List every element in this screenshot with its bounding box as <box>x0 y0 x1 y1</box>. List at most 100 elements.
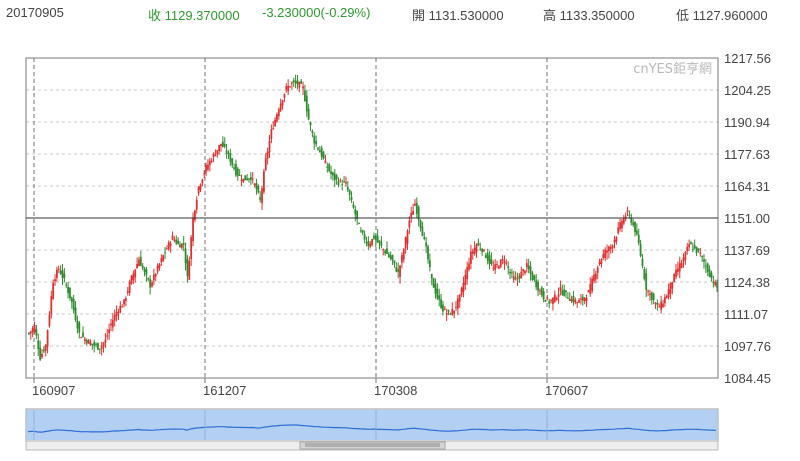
candle <box>512 270 515 283</box>
candle <box>408 216 411 235</box>
candle <box>497 264 500 269</box>
candle <box>483 248 485 253</box>
candle <box>292 77 295 87</box>
candle <box>317 147 319 151</box>
candle <box>481 247 483 256</box>
candle <box>277 107 280 120</box>
candle <box>346 180 349 193</box>
candle <box>65 282 68 289</box>
candle <box>89 339 92 347</box>
candle <box>456 295 459 316</box>
candle <box>552 297 554 311</box>
candlestick-chart[interactable]: cnYES鉅亨網 1217.56 1204.25 1190.94 1177.63 116… <box>0 0 800 461</box>
candle <box>622 214 625 226</box>
candle <box>229 148 232 166</box>
y-tick-label: 1217.56 <box>724 51 771 66</box>
candle <box>440 293 442 310</box>
candle <box>663 294 666 307</box>
candle <box>358 222 360 225</box>
candle <box>391 254 394 265</box>
candle <box>41 349 43 360</box>
candle <box>593 268 595 284</box>
candle <box>83 336 86 345</box>
candle <box>361 229 364 236</box>
candle <box>665 294 668 299</box>
candle <box>484 252 487 259</box>
candle <box>654 301 657 309</box>
candle <box>305 89 308 118</box>
candle <box>199 183 202 193</box>
candle <box>404 236 407 254</box>
candle <box>406 229 409 250</box>
candle <box>67 281 69 299</box>
candle <box>492 260 495 271</box>
candle <box>322 150 325 160</box>
candle <box>565 290 567 299</box>
candle <box>259 191 262 203</box>
candle <box>182 236 185 252</box>
candle <box>194 209 196 223</box>
candle <box>486 248 489 265</box>
candle <box>74 301 77 322</box>
candle <box>333 168 336 188</box>
candle <box>430 273 433 286</box>
candle <box>339 178 342 183</box>
candle <box>604 247 607 262</box>
candle <box>186 255 189 283</box>
range-navigator[interactable] <box>25 408 719 451</box>
candle <box>397 262 400 279</box>
candle <box>143 266 146 277</box>
candle <box>553 290 556 304</box>
navigator-selection-mask[interactable] <box>26 410 718 440</box>
candle <box>641 254 644 269</box>
candle <box>371 238 373 247</box>
candle <box>520 266 523 279</box>
candle <box>113 309 116 327</box>
candle <box>442 300 444 316</box>
candle <box>28 332 30 336</box>
candle <box>145 266 148 282</box>
candle <box>550 299 552 304</box>
candle <box>175 235 178 246</box>
candle <box>164 246 166 260</box>
candle <box>662 299 664 309</box>
candle <box>460 286 463 297</box>
y-tick-label: 1097.76 <box>724 339 771 354</box>
candle <box>675 264 677 280</box>
candle <box>285 83 288 93</box>
candle <box>580 294 582 305</box>
candle <box>706 262 709 277</box>
candle <box>102 341 105 353</box>
candle <box>220 143 222 152</box>
candle <box>57 265 60 273</box>
candle <box>139 250 142 267</box>
candle <box>46 329 49 354</box>
candle <box>382 248 385 256</box>
candle <box>141 263 144 270</box>
candle <box>255 178 258 195</box>
candle <box>274 116 276 128</box>
candle <box>300 79 303 85</box>
candle <box>238 168 241 177</box>
watermark: cnYES鉅亨網 <box>633 61 712 77</box>
candle <box>425 237 428 253</box>
candle <box>704 259 707 274</box>
candle <box>690 240 692 245</box>
candle <box>395 262 398 273</box>
y-axis-labels: 1217.56 1204.25 1190.94 1177.63 1164.31 1151.… <box>724 51 771 386</box>
candle <box>298 81 301 93</box>
candle <box>414 199 416 207</box>
candle <box>522 268 525 276</box>
candle <box>393 260 396 268</box>
candle <box>509 268 511 279</box>
candle <box>134 269 137 283</box>
candle <box>432 277 435 288</box>
candle <box>621 218 623 233</box>
candle <box>235 159 237 178</box>
candle <box>244 175 247 181</box>
candle <box>225 143 228 159</box>
candle <box>434 278 437 299</box>
candle <box>613 235 616 249</box>
candle <box>63 268 66 283</box>
candle <box>649 289 651 301</box>
